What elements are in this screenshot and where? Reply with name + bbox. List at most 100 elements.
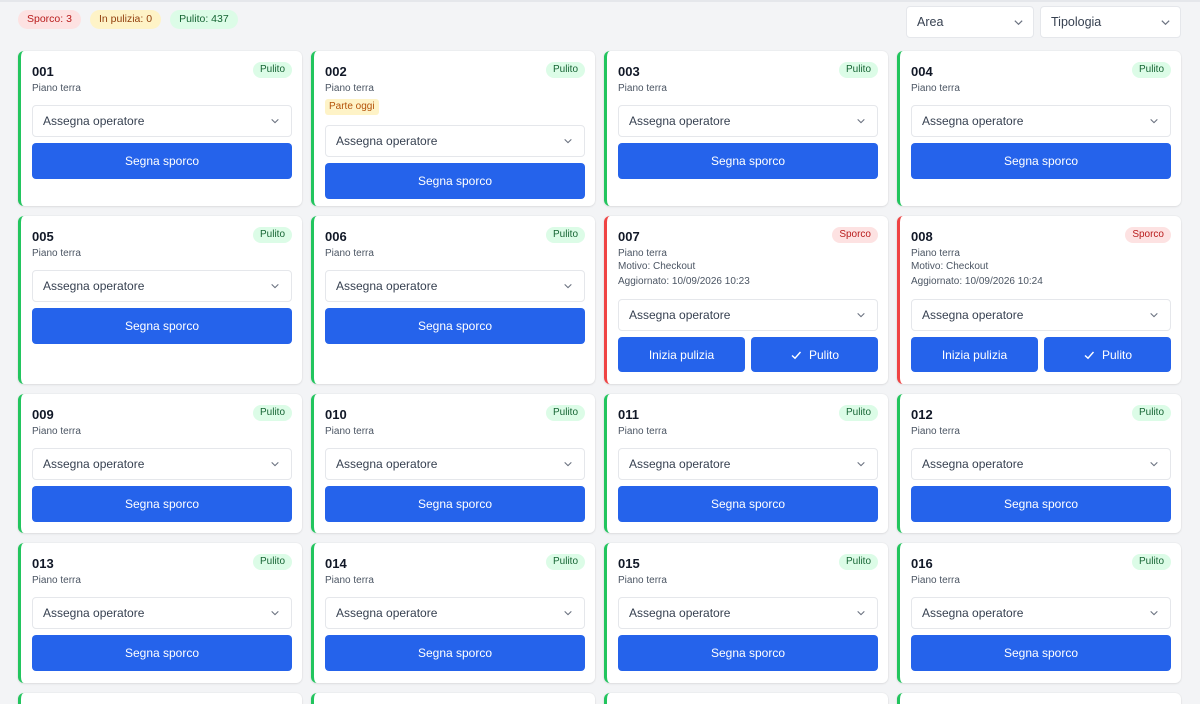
chevron-down-icon <box>270 459 281 470</box>
area-filter-select[interactable]: Area <box>906 6 1034 38</box>
chevron-down-icon <box>1149 459 1160 470</box>
room-card-header: 006 Pulito <box>325 227 585 245</box>
assign-operator-select[interactable]: Assegna operatore <box>32 105 292 137</box>
assign-operator-select[interactable]: Assegna operatore <box>618 105 878 137</box>
assign-operator-placeholder: Assegna operatore <box>922 457 1024 471</box>
room-card-header: 012 Pulito <box>911 405 1171 423</box>
room-card-header: 011 Pulito <box>618 405 878 423</box>
room-status-badge: Pulito <box>1131 405 1171 421</box>
mark-dirty-button[interactable]: Segna sporco <box>325 486 585 522</box>
room-status-badge: Sporco <box>832 227 878 243</box>
summary-badges: Sporco: 3 In pulizia: 0 Pulito: 437 <box>18 10 238 29</box>
mark-dirty-label: Segna sporco <box>124 319 200 333</box>
assign-operator-select[interactable]: Assegna operatore <box>325 270 585 302</box>
chevron-down-icon <box>270 608 281 619</box>
room-floor: Piano terra <box>32 83 81 94</box>
mark-dirty-button[interactable]: Segna sporco <box>618 143 878 179</box>
mark-dirty-button[interactable]: Segna sporco <box>325 635 585 671</box>
assign-operator-select[interactable]: Assegna operatore <box>32 270 292 302</box>
room-status-badge: Pulito <box>252 227 292 243</box>
assign-operator-select[interactable]: Assegna operatore <box>911 448 1171 480</box>
room-card-header: 004 Pulito <box>911 62 1171 80</box>
departure-today-tag: Parte oggi <box>325 99 379 115</box>
start-cleaning-button[interactable]: Inizia pulizia <box>618 337 745 372</box>
assign-operator-select[interactable]: Assegna operatore <box>618 597 878 629</box>
room-card-header: 016 Pulito <box>911 554 1171 572</box>
room-card <box>604 693 888 704</box>
assign-operator-placeholder: Assegna operatore <box>43 114 145 128</box>
room-floor: Piano terra <box>325 248 374 259</box>
type-filter-select[interactable]: Tipologia <box>1040 6 1181 38</box>
assign-operator-placeholder: Assegna operatore <box>336 606 438 620</box>
room-status-badge: Pulito <box>838 62 878 78</box>
chevron-down-icon <box>1149 310 1160 321</box>
room-card: 015 Pulito Piano terra Assegna operatore Seg… <box>604 543 888 683</box>
mark-clean-button[interactable]: Pulito <box>751 337 878 372</box>
assign-operator-select[interactable]: Assegna operatore <box>32 448 292 480</box>
room-status-badge: Pulito <box>545 554 585 570</box>
room-number: 003 <box>618 64 640 79</box>
assign-operator-select[interactable]: Assegna operatore <box>618 448 878 480</box>
room-card: 012 Pulito Piano terra Assegna operatore Seg… <box>897 394 1181 533</box>
assign-operator-placeholder: Assegna operatore <box>922 606 1024 620</box>
room-floor: Piano terra <box>618 575 667 586</box>
room-floor: Piano terra <box>618 248 667 259</box>
mark-dirty-button[interactable]: Segna sporco <box>32 143 292 179</box>
room-card <box>18 693 302 704</box>
mark-clean-button[interactable]: Pulito <box>1044 337 1171 372</box>
assign-operator-select[interactable]: Assegna operatore <box>618 299 878 331</box>
assign-operator-placeholder: Assegna operatore <box>336 134 438 148</box>
room-floor: Piano terra <box>325 426 374 437</box>
chevron-down-icon <box>563 136 574 147</box>
room-card <box>311 693 595 704</box>
chevron-down-icon <box>856 608 867 619</box>
room-card: 013 Pulito Piano terra Assegna operatore Seg… <box>18 543 302 683</box>
room-floor: Piano terra <box>325 575 374 586</box>
mark-dirty-button[interactable]: Segna sporco <box>911 635 1171 671</box>
room-status-badge: Pulito <box>252 405 292 421</box>
assign-operator-select[interactable]: Assegna operatore <box>32 597 292 629</box>
chevron-down-icon <box>270 281 281 292</box>
mark-dirty-button[interactable]: Segna sporco <box>618 635 878 671</box>
mark-dirty-label: Segna sporco <box>1003 646 1079 660</box>
assign-operator-select[interactable]: Assegna operatore <box>911 299 1171 331</box>
room-floor: Piano terra <box>911 83 960 94</box>
chevron-down-icon <box>270 116 281 127</box>
room-card: 011 Pulito Piano terra Assegna operatore Seg… <box>604 394 888 533</box>
room-status-badge: Pulito <box>252 554 292 570</box>
chevron-down-icon <box>1160 17 1171 28</box>
assign-operator-placeholder: Assegna operatore <box>629 308 731 322</box>
mark-dirty-button[interactable]: Segna sporco <box>911 143 1171 179</box>
mark-dirty-button[interactable]: Segna sporco <box>911 486 1171 522</box>
room-number: 002 <box>325 64 347 79</box>
room-card-header: 009 Pulito <box>32 405 292 423</box>
room-card: 016 Pulito Piano terra Assegna operatore Seg… <box>897 543 1181 683</box>
chevron-down-icon <box>563 608 574 619</box>
assign-operator-select[interactable]: Assegna operatore <box>325 125 585 157</box>
room-number: 012 <box>911 407 933 422</box>
assign-operator-select[interactable]: Assegna operatore <box>911 105 1171 137</box>
room-floor: Piano terra <box>618 83 667 94</box>
room-card-header: 010 Pulito <box>325 405 585 423</box>
room-card: 006 Pulito Piano terra Assegna operatore Seg… <box>311 216 595 384</box>
room-floor: Piano terra <box>32 575 81 586</box>
start-cleaning-button[interactable]: Inizia pulizia <box>911 337 1038 372</box>
room-card: 009 Pulito Piano terra Assegna operatore Seg… <box>18 394 302 533</box>
room-number: 006 <box>325 229 347 244</box>
assign-operator-select[interactable]: Assegna operatore <box>911 597 1171 629</box>
chevron-down-icon <box>856 116 867 127</box>
room-status-badge: Pulito <box>545 405 585 421</box>
room-card-header: 015 Pulito <box>618 554 878 572</box>
room-floor: Piano terra <box>325 83 374 94</box>
mark-dirty-label: Segna sporco <box>124 646 200 660</box>
mark-dirty-button[interactable]: Segna sporco <box>325 163 585 199</box>
room-card: 007 Sporco Piano terra Motivo: Checkout Aggi… <box>604 216 888 384</box>
mark-dirty-button[interactable]: Segna sporco <box>32 635 292 671</box>
mark-dirty-button[interactable]: Segna sporco <box>32 486 292 522</box>
room-floor: Piano terra <box>911 248 960 259</box>
assign-operator-select[interactable]: Assegna operatore <box>325 448 585 480</box>
mark-dirty-button[interactable]: Segna sporco <box>325 308 585 344</box>
mark-dirty-button[interactable]: Segna sporco <box>32 308 292 344</box>
mark-dirty-button[interactable]: Segna sporco <box>618 486 878 522</box>
assign-operator-select[interactable]: Assegna operatore <box>325 597 585 629</box>
